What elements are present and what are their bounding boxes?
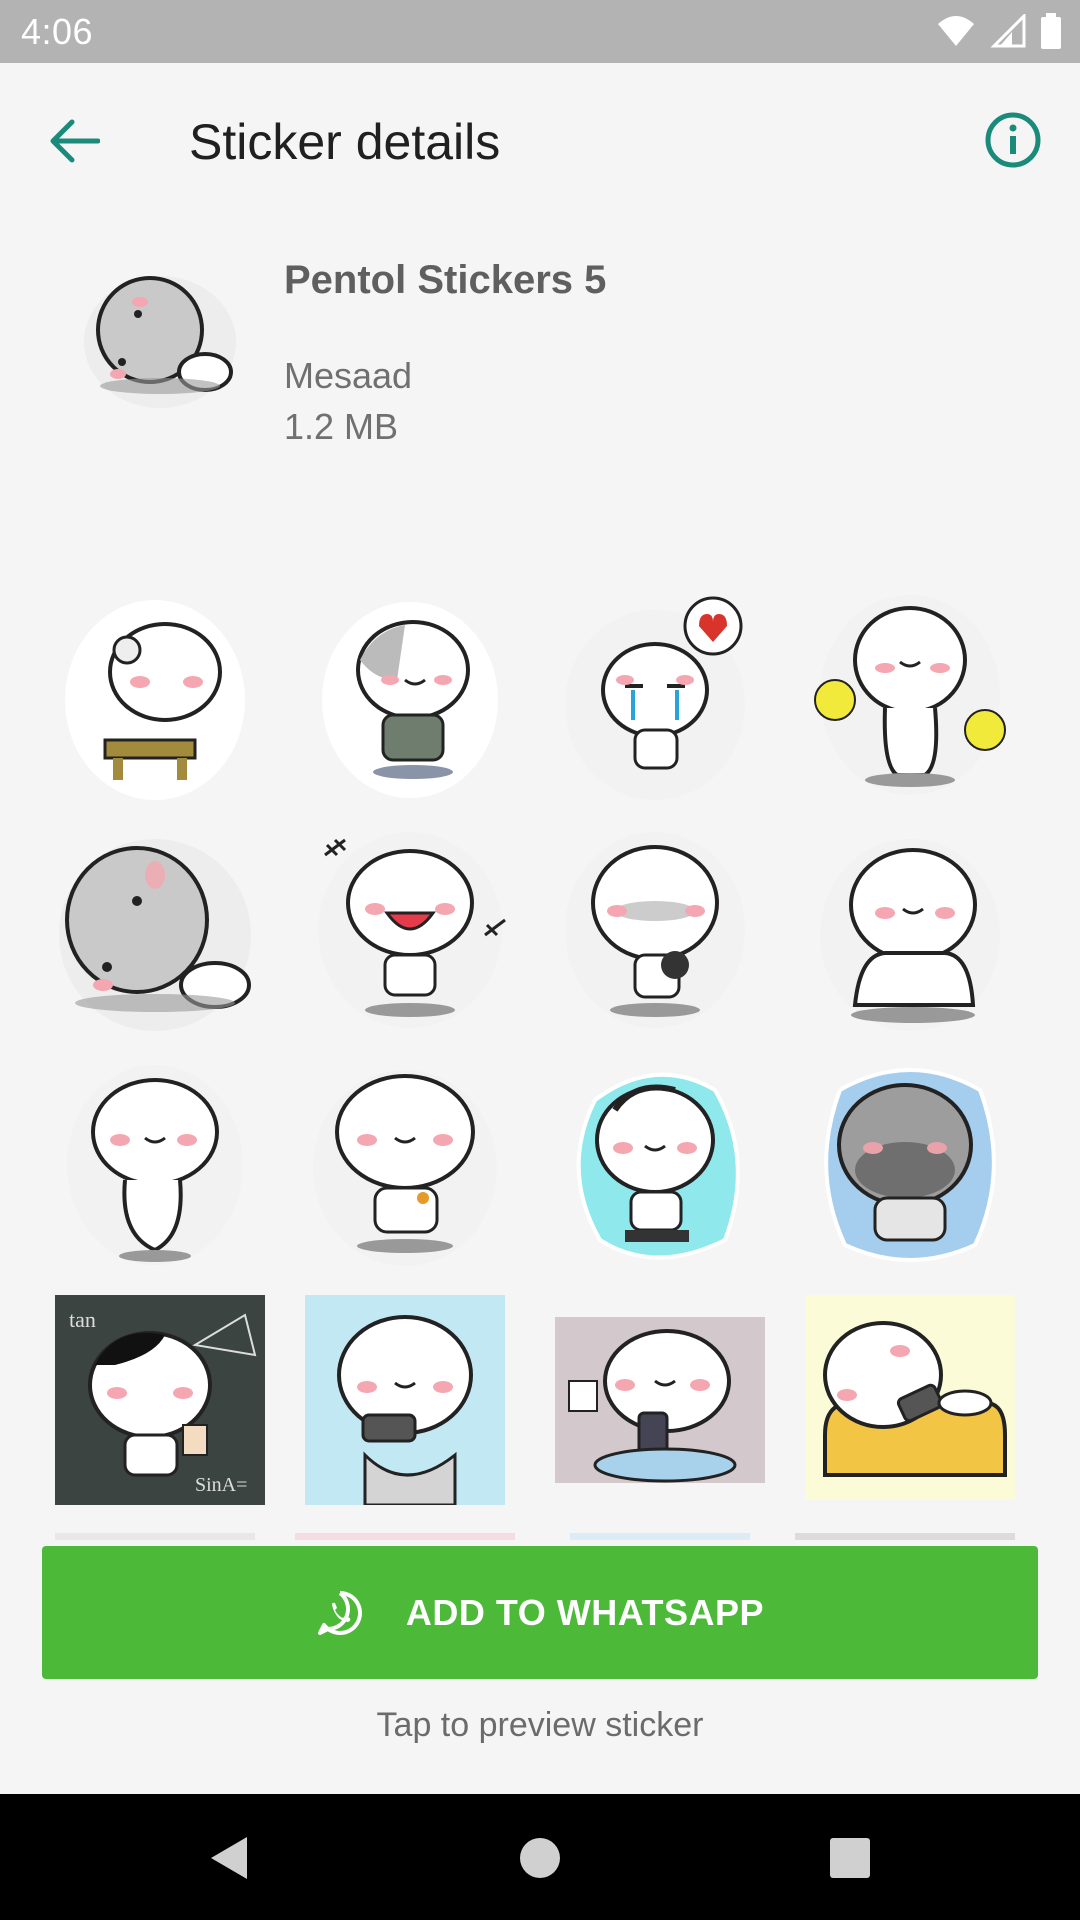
sticker-bearded-icon — [824, 1068, 996, 1262]
svg-text:tan: tan — [69, 1307, 96, 1332]
nav-recents-button[interactable] — [822, 1830, 878, 1886]
home-circle-icon — [520, 1838, 560, 1878]
sticker-charging-icon — [555, 1317, 765, 1483]
whatsapp-icon — [317, 1590, 362, 1635]
sticker-item[interactable] — [545, 1290, 775, 1510]
sticker-item[interactable] — [795, 820, 1025, 1040]
sticker-item[interactable] — [795, 585, 1025, 805]
sticker-item[interactable] — [795, 1055, 1025, 1275]
sticker-item[interactable] — [295, 1290, 525, 1510]
sticker-item[interactable] — [45, 585, 275, 805]
nav-back-button[interactable] — [200, 1830, 256, 1886]
add-to-whatsapp-button[interactable]: ADD TO WHATSAPP — [42, 1546, 1038, 1679]
recents-square-icon — [830, 1838, 870, 1878]
sticker-item-partial — [795, 1533, 1015, 1540]
pack-publisher: Mesaad — [284, 355, 413, 396]
sticker-lying-icon — [59, 839, 251, 1031]
sticker-chalkboard-icon: tan SinA= — [55, 1295, 265, 1505]
back-triangle-icon — [211, 1837, 247, 1879]
pack-tray-icon — [80, 252, 240, 412]
status-bar: 4:06 — [0, 0, 1080, 63]
sticker-crying-icon — [565, 596, 745, 800]
sticker-item[interactable] — [295, 1055, 525, 1275]
info-button[interactable] — [976, 103, 1050, 177]
sticker-bomb-icon — [565, 832, 745, 1028]
preview-hint: Tap to preview sticker — [376, 1706, 704, 1744]
sticker-item[interactable] — [45, 820, 275, 1040]
sticker-item[interactable] — [295, 585, 525, 805]
sticker-toilet-phone-icon — [305, 1295, 505, 1505]
sticker-coffee-icon — [576, 1072, 740, 1260]
sticker-cheerleader-icon — [814, 595, 1006, 795]
arrow-back-icon — [50, 119, 100, 163]
sticker-grid: tan SinA= — [40, 585, 1040, 1540]
app-bar: Sticker details — [0, 63, 1080, 211]
wifi-icon — [938, 16, 974, 46]
sticker-magnifier-icon — [65, 600, 245, 800]
status-icons — [936, 13, 1062, 49]
sticker-item-partial — [55, 1533, 255, 1540]
sticker-item-partial — [570, 1533, 750, 1540]
nav-home-button[interactable] — [512, 1830, 568, 1886]
sticker-laughing-icon — [318, 832, 506, 1028]
add-to-whatsapp-label: ADD TO WHATSAPP — [405, 1591, 765, 1633]
sticker-item[interactable] — [545, 820, 775, 1040]
sticker-item[interactable]: tan SinA= — [45, 1290, 275, 1510]
pack-size: 1.2 MB — [284, 406, 399, 447]
svg-text:SinA=: SinA= — [195, 1474, 247, 1496]
status-time: 4:06 — [21, 11, 94, 52]
page-title: Sticker details — [189, 114, 501, 170]
sticker-sitting-icon — [820, 839, 1000, 1031]
sticker-pose-icon — [67, 1065, 243, 1265]
sticker-lying-icon — [84, 276, 236, 408]
pack-name: Pentol Stickers 5 — [284, 258, 607, 302]
sticker-item[interactable] — [795, 1290, 1025, 1510]
sticker-item[interactable] — [295, 820, 525, 1040]
sticker-hoodie-icon — [322, 602, 498, 798]
sticker-item[interactable] — [45, 1055, 275, 1275]
sticker-item-partial — [295, 1533, 515, 1540]
signal-icon — [990, 14, 1026, 48]
sticker-item[interactable] — [545, 585, 775, 805]
info-icon — [985, 112, 1041, 168]
back-button[interactable] — [40, 107, 108, 175]
sticker-snack-icon — [313, 1070, 497, 1266]
battery-icon — [1041, 13, 1061, 49]
system-nav-bar — [0, 1794, 1080, 1920]
sticker-couch-icon — [805, 1295, 1015, 1500]
sticker-item[interactable] — [545, 1055, 775, 1275]
